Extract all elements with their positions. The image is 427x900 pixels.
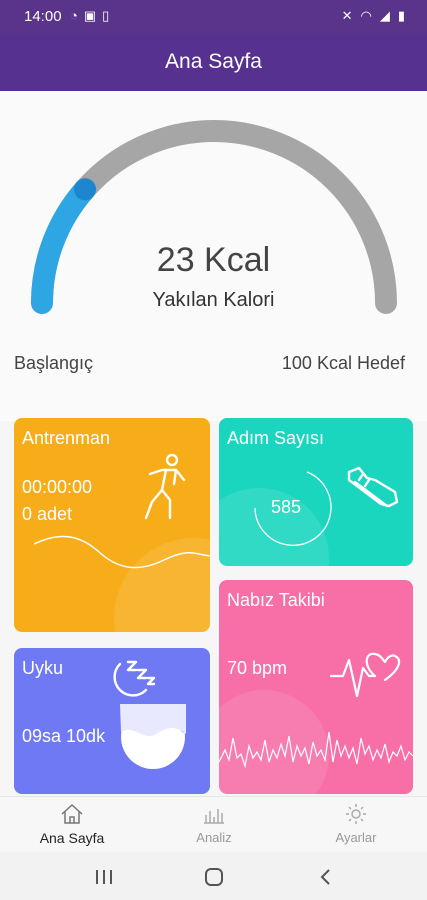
pulse-value: 70 bpm [227,658,288,678]
system-navigation [0,852,427,900]
gauge-thumb[interactable] [74,178,96,201]
moon-icon [113,660,156,697]
sleep-wave-icon [120,704,186,769]
whatsapp-icon: ◔ [70,8,78,23]
system-icons: ✕ ◠ ◢ ▮ [342,8,405,24]
calorie-gauge: 23 Kcal Yakılan Kalori Başlangıç 100 Kca… [0,91,427,421]
shoe-icon [347,466,399,508]
bottom-navigation: Ana Sayfa Analiz Ayarlar [0,796,427,853]
gear-icon [346,804,366,824]
training-time: 00:00:00 [22,477,93,497]
nav-settings[interactable]: Ayarlar [306,797,406,853]
home-button-icon[interactable] [204,867,224,887]
back-icon[interactable] [318,868,332,886]
training-wave [34,535,210,569]
training-count: 0 adet [22,504,73,524]
page-title: Ana Sayfa [165,50,262,73]
wifi-icon: ◠ [360,8,372,23]
sleep-title: Uyku [22,658,64,678]
nav-settings-label: Ayarlar [335,830,377,845]
app-icon: ▣ [83,8,97,23]
heart-pulse-icon [329,652,401,698]
pulse-title: Nabız Takibi [227,590,325,610]
app-bar: Ana Sayfa [0,33,427,91]
gauge-start-label: Başlangıç [14,353,94,373]
sleep-card[interactable]: Uyku 09sa 10dk [14,648,210,794]
home-icon [61,803,83,824]
calorie-label: Yakılan Kalori [152,289,275,311]
running-figure-icon [144,453,186,520]
steps-title: Adım Sayısı [227,428,325,448]
calorie-value: 23 Kcal [156,241,271,279]
status-bar: 14:00 ◔ ▣ ▯ ✕ ◠ ◢ ▮ [0,0,427,33]
mute-icon: ✕ [341,8,353,23]
nav-home[interactable]: Ana Sayfa [22,797,122,853]
signal-icon: ◢ [379,8,390,23]
sleep-value: 09sa 10dk [22,726,106,746]
chart-icon [204,809,224,824]
battery-icon: ▮ [397,8,405,23]
pulse-wave [219,731,413,769]
battery-saver-icon: ▯ [102,8,110,23]
training-title: Antrenman [22,428,111,448]
pulse-card[interactable]: Nabız Takibi 70 bpm [219,580,413,794]
nav-analysis[interactable]: Analiz [164,797,264,853]
steps-value: 585 [271,497,302,517]
nav-analysis-label: Analiz [196,830,232,845]
steps-card[interactable]: Adım Sayısı 585 [219,418,413,566]
recent-apps-icon[interactable] [94,868,114,886]
notification-icons: ◔ ▣ ▯ [70,8,109,24]
training-card[interactable]: Antrenman 00:00:00 0 adet [14,418,210,632]
gauge-target-label: 100 Kcal Hedef [281,353,405,373]
status-time: 14:00 [24,8,62,25]
nav-home-label: Ana Sayfa [39,830,105,846]
